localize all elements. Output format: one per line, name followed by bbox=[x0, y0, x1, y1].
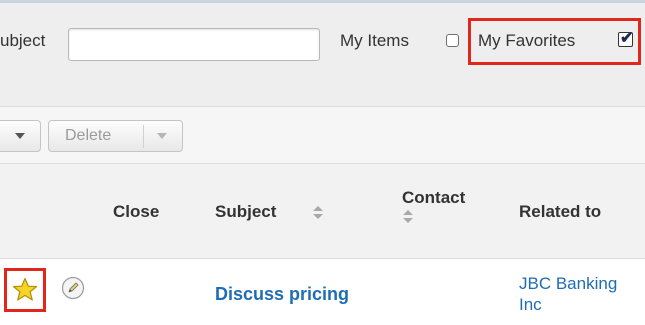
delete-button-group[interactable]: Delete bbox=[48, 120, 183, 152]
subject-filter-label: ubject bbox=[0, 31, 46, 50]
actions-dropdown-button[interactable] bbox=[0, 120, 41, 152]
subject-link[interactable]: Discuss pricing bbox=[215, 284, 349, 305]
caret-down-icon[interactable] bbox=[157, 133, 167, 139]
list-toolbar: Delete bbox=[0, 106, 645, 164]
column-header-close[interactable]: Close bbox=[113, 202, 159, 222]
filter-bar: ubject My Items My Favorites ✔ bbox=[0, 0, 645, 106]
subject-filter-input[interactable] bbox=[68, 28, 320, 61]
table-row: Discuss pricing JBC Banking Inc bbox=[0, 259, 645, 325]
caret-down-icon bbox=[15, 133, 25, 139]
checkmark-icon: ✔ bbox=[620, 30, 634, 47]
column-header-contact[interactable]: Contact bbox=[402, 188, 465, 208]
my-favorites-label: My Favorites bbox=[478, 31, 576, 50]
sort-arrows-icon[interactable] bbox=[313, 206, 323, 220]
my-items-checkbox[interactable] bbox=[446, 34, 459, 47]
column-header-subject[interactable]: Subject bbox=[215, 202, 276, 222]
my-items-label: My Items bbox=[340, 31, 409, 50]
table-header: Close Subject Contact Related to bbox=[0, 164, 645, 259]
sort-arrows-icon[interactable] bbox=[403, 210, 413, 224]
my-favorites-checkbox[interactable]: ✔ bbox=[618, 30, 633, 47]
column-header-related-to[interactable]: Related to bbox=[519, 202, 601, 222]
star-icon[interactable] bbox=[12, 277, 38, 303]
button-divider bbox=[143, 125, 144, 148]
pencil-icon[interactable] bbox=[61, 276, 85, 300]
related-to-link[interactable]: JBC Banking Inc bbox=[519, 273, 639, 315]
delete-button[interactable]: Delete bbox=[65, 127, 111, 145]
